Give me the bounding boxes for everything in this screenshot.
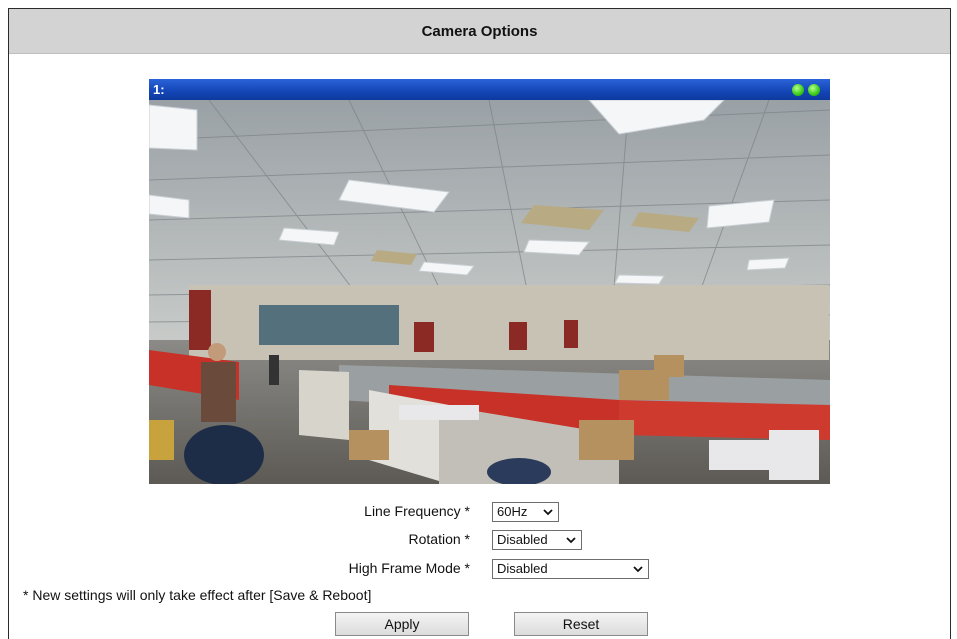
panel-header: Camera Options — [9, 9, 950, 54]
line-frequency-label: Line Frequency * — [364, 503, 470, 519]
high-frame-mode-select[interactable]: Disabled — [492, 559, 649, 579]
line-frequency-value: 60Hz — [497, 504, 528, 519]
chevron-down-icon — [543, 509, 553, 516]
chevron-down-icon — [633, 566, 643, 573]
settings-note: * New settings will only take effect aft… — [23, 587, 372, 603]
line-frequency-select[interactable]: 60Hz — [492, 502, 559, 522]
rotation-select[interactable]: Disabled — [492, 530, 582, 550]
apply-button[interactable]: Apply — [335, 612, 469, 636]
rotation-value: Disabled — [497, 532, 548, 547]
chevron-down-icon — [566, 537, 576, 544]
high-frame-mode-label: High Frame Mode * — [348, 560, 470, 576]
camera-viewer: 1: — [149, 79, 830, 484]
high-frame-mode-value: Disabled — [497, 561, 548, 576]
camera-options-panel: Camera Options 1: Line Frequency * 60Hz … — [8, 8, 951, 639]
status-led-icon — [792, 84, 804, 96]
rotation-label: Rotation * — [408, 531, 470, 547]
page-title: Camera Options — [421, 22, 538, 40]
viewer-title-bar: 1: — [149, 79, 830, 100]
camera-feed-image — [149, 100, 830, 484]
status-led-icon — [808, 84, 820, 96]
reset-button[interactable]: Reset — [514, 612, 648, 636]
channel-label: 1: — [153, 82, 165, 97]
